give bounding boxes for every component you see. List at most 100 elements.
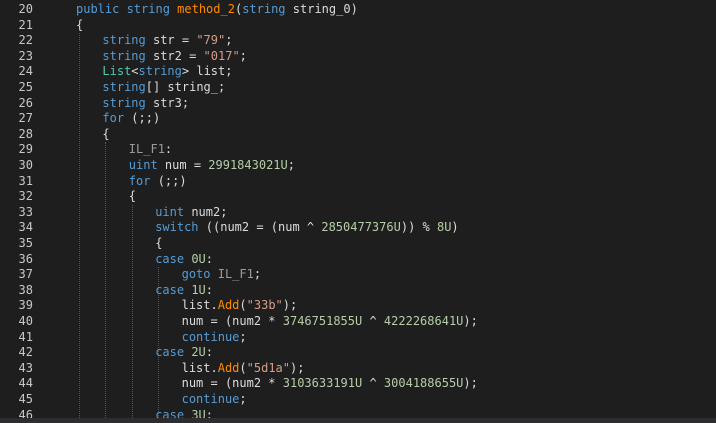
- token-plain: str =: [152, 33, 197, 48]
- code-line[interactable]: 23 string str2 = "017";: [0, 49, 716, 65]
- code-text: list.Add("33b");: [182, 298, 298, 314]
- token-kw: string: [102, 80, 146, 94]
- token-plain: :: [205, 345, 213, 360]
- code-line[interactable]: 39 list.Add("33b");: [0, 298, 716, 314]
- line-number: 35: [18, 236, 33, 250]
- line-number: 22: [18, 33, 33, 48]
- code-line[interactable]: 37 goto IL_F1;: [0, 267, 716, 283]
- code-line[interactable]: 43 list.Add("5d1a");: [0, 361, 716, 377]
- token-kw: string: [102, 95, 153, 110]
- code-text: {: [155, 236, 162, 252]
- token-str: "017": [203, 48, 240, 63]
- token-num: 0U: [191, 251, 206, 266]
- token-plain: {: [155, 236, 163, 250]
- line-number: 36: [18, 251, 33, 266]
- token-plain: ): [451, 220, 459, 235]
- token-plain: [] string_;: [145, 80, 226, 94]
- token-num: 4222268641U: [383, 314, 464, 328]
- token-plain: num2;: [191, 204, 228, 219]
- code-line[interactable]: 45 continue;: [0, 392, 716, 408]
- code-line[interactable]: 28 {: [0, 127, 716, 143]
- token-method: Add: [217, 360, 240, 375]
- code-line[interactable]: 22 string str = "79";: [0, 33, 716, 49]
- token-plain: );: [463, 314, 478, 328]
- code-line[interactable]: 44 num = (num2 * 3103633191U ^ 3004188655…: [0, 376, 716, 392]
- token-num: 2991843021U: [208, 158, 288, 172]
- code-text: {: [102, 127, 109, 143]
- token-plain: ;: [287, 158, 295, 172]
- code-line[interactable]: 20 public string method_2(string string_0…: [0, 2, 716, 18]
- token-kw: case: [155, 251, 192, 266]
- token-plain: )) %: [400, 220, 437, 235]
- code-text: uint num = 2991843021U;: [129, 158, 295, 174]
- token-plain: (;;): [131, 111, 161, 126]
- token-plain: str3;: [152, 95, 190, 110]
- code-line[interactable]: 29 IL_F1:: [0, 142, 716, 158]
- token-plain: );: [290, 360, 305, 375]
- line-number: 20: [18, 2, 33, 16]
- code-line[interactable]: 34 switch ((num2 = (num ^ 2850477376U)) %…: [0, 220, 716, 236]
- token-plain: );: [463, 376, 478, 391]
- token-kw: case: [155, 345, 192, 360]
- token-kw: continue: [181, 392, 240, 406]
- token-str: "79": [196, 33, 226, 48]
- code-line[interactable]: 32 {: [0, 189, 716, 205]
- code-line[interactable]: 40 num = (num2 * 3746751855U ^ 4222268641…: [0, 314, 716, 330]
- token-plain: :: [164, 142, 173, 157]
- token-plain: ;: [225, 33, 233, 48]
- line-number: 23: [18, 48, 33, 63]
- code-text: string str3;: [102, 96, 189, 112]
- code-text: IL_F1:: [129, 142, 172, 158]
- code-text: {: [76, 18, 83, 34]
- code-editor[interactable]: 20 public string method_2(string string_0…: [0, 0, 716, 423]
- token-plain: num = (num2 *: [181, 376, 283, 391]
- token-plain: ;: [239, 329, 247, 344]
- token-str: "5d1a": [246, 360, 290, 375]
- token-plain: (;;): [157, 173, 187, 188]
- line-number: 21: [18, 17, 33, 32]
- code-line[interactable]: 42 case 2U:: [0, 345, 716, 361]
- code-line[interactable]: 26 string str3;: [0, 96, 716, 112]
- token-num: 2850477376U: [321, 220, 401, 235]
- token-plain: ;: [239, 48, 247, 63]
- line-number: 24: [18, 64, 33, 79]
- token-plain: :: [205, 251, 213, 266]
- token-plain: (: [239, 298, 247, 313]
- token-plain: ^: [362, 376, 384, 391]
- code-line[interactable]: 31 for (;;): [0, 174, 716, 190]
- token-plain: ^: [362, 314, 384, 328]
- code-line[interactable]: 21 {: [0, 18, 716, 34]
- code-line[interactable]: 24 List<string> list;: [0, 64, 716, 80]
- line-number: 32: [18, 189, 33, 204]
- token-plain: list.: [181, 360, 218, 375]
- token-kw: public: [76, 2, 127, 16]
- token-type: List: [102, 64, 132, 79]
- code-line[interactable]: 33 uint num2;: [0, 205, 716, 221]
- code-text: goto IL_F1;: [182, 267, 261, 283]
- code-line[interactable]: 27 for (;;): [0, 111, 716, 127]
- line-number: 39: [18, 298, 33, 313]
- token-kw: switch: [155, 220, 206, 235]
- token-num: 8U: [436, 220, 452, 235]
- horizontal-scrollbar[interactable]: [0, 418, 716, 423]
- code-line[interactable]: 36 case 0U:: [0, 252, 716, 268]
- code-text: List<string> list;: [102, 64, 232, 80]
- line-number: 44: [18, 376, 33, 391]
- code-line[interactable]: 35 {: [0, 236, 716, 252]
- token-kw: string: [102, 48, 153, 63]
- token-num: 3103633191U: [282, 376, 363, 391]
- line-number: 30: [18, 158, 33, 172]
- token-plain: str2 =: [152, 48, 204, 63]
- token-plain: num =: [164, 158, 209, 172]
- code-line[interactable]: 38 case 1U:: [0, 283, 716, 299]
- code-line[interactable]: 30 uint num = 2991843021U;: [0, 158, 716, 174]
- token-plain: {: [128, 189, 137, 204]
- code-text: public string method_2(string string_0): [76, 2, 358, 18]
- code-line[interactable]: 41 continue;: [0, 330, 716, 346]
- code-text: case 0U:: [155, 252, 213, 268]
- line-number: 37: [18, 267, 33, 282]
- line-number: 43: [18, 360, 33, 375]
- token-plain: :: [205, 282, 213, 297]
- line-number: 45: [18, 392, 33, 406]
- code-line[interactable]: 25 string[] string_;: [0, 80, 716, 96]
